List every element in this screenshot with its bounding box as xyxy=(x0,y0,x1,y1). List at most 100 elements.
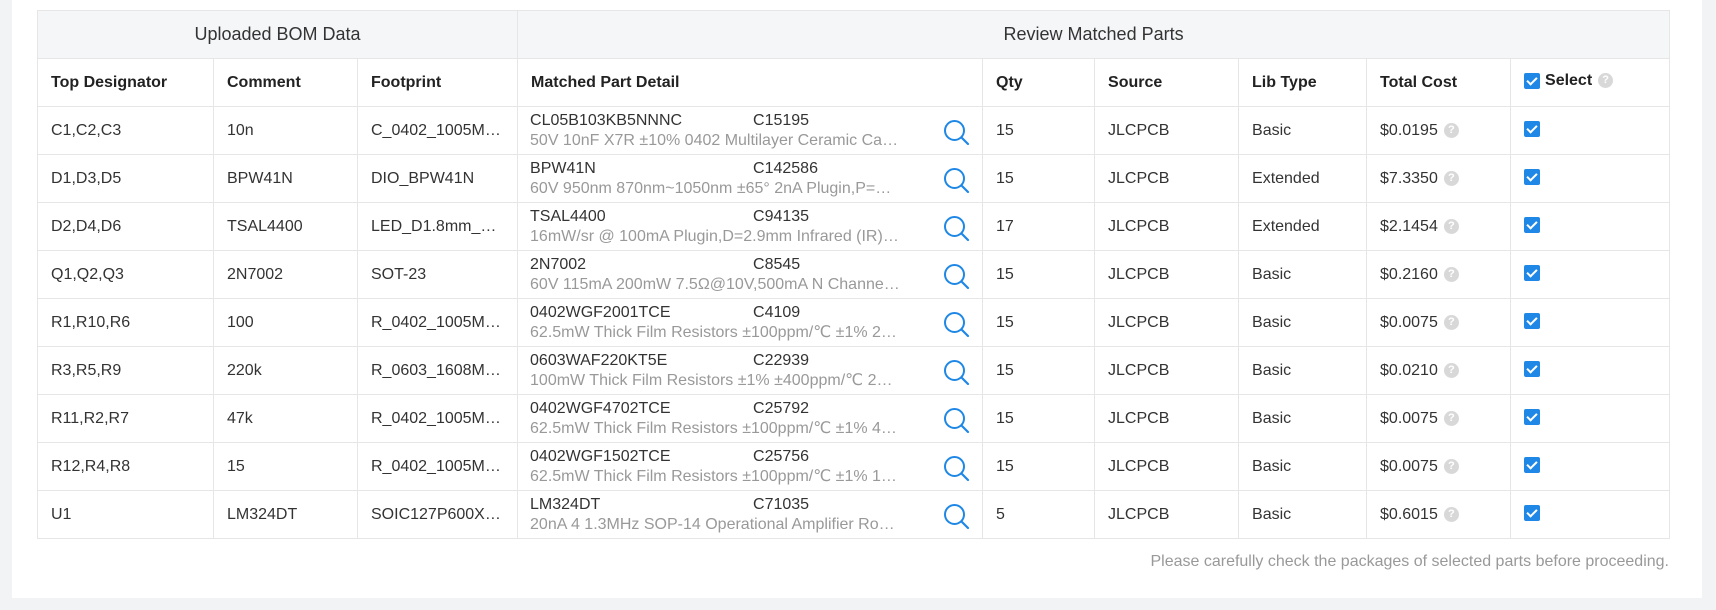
table-row: R11,R2,R7 47k R_0402_1005Metric 0402WGF4702… xyxy=(37,394,1671,443)
cost-value: $0.0075 xyxy=(1380,457,1438,475)
cell-lib-type: Basic xyxy=(1238,442,1368,491)
footer-note: Please carefully check the packages of s… xyxy=(1150,553,1669,570)
cell-matched-part: 0402WGF4702TCE C25792 62.5mW Thick Film Re… xyxy=(517,394,984,443)
cell-designator: C1,C2,C3 xyxy=(37,106,214,155)
help-icon[interactable]: ? xyxy=(1443,266,1459,282)
row-select-checkbox[interactable] xyxy=(1524,121,1541,137)
help-icon[interactable]: ? xyxy=(1443,122,1459,138)
lcsc-number: C71035 xyxy=(753,495,810,513)
cell-select xyxy=(1510,154,1671,203)
col-footprint: Footprint xyxy=(356,58,519,107)
cell-lib-type: Extended xyxy=(1238,154,1368,203)
help-icon[interactable]: ? xyxy=(1443,218,1459,234)
lcsc-number: C25792 xyxy=(753,399,810,417)
part-number: LM324DT xyxy=(530,495,601,513)
cell-select xyxy=(1510,346,1671,395)
cell-select xyxy=(1510,442,1671,491)
table-row: R12,R4,R8 15 R_0402_1005Metric 0402WGF1502T… xyxy=(37,442,1671,491)
search-icon[interactable] xyxy=(942,214,970,242)
cost-value: $0.0210 xyxy=(1380,361,1438,379)
cell-designator: D1,D3,D5 xyxy=(37,154,214,203)
select-all-checkbox[interactable] xyxy=(1524,72,1541,89)
select-label: Select xyxy=(1545,71,1593,89)
cell-designator: R1,R10,R6 xyxy=(37,298,214,347)
search-icon[interactable] xyxy=(942,166,970,194)
row-select-checkbox[interactable] xyxy=(1524,361,1541,377)
cell-total-cost: $7.3350? xyxy=(1366,154,1512,203)
col-matched-part-detail: Matched Part Detail xyxy=(517,58,984,107)
cell-designator: R11,R2,R7 xyxy=(37,394,214,443)
cost-value: $0.6015 xyxy=(1380,505,1438,523)
cell-lib-type: Basic xyxy=(1238,298,1368,347)
search-icon[interactable] xyxy=(942,406,970,434)
cost-value: $0.2160 xyxy=(1380,265,1438,283)
cell-footprint: DIO_BPW41N xyxy=(356,154,519,203)
help-icon[interactable]: ? xyxy=(1443,410,1459,426)
cell-source: JLCPCB xyxy=(1094,154,1240,203)
help-icon[interactable]: ? xyxy=(1443,314,1459,330)
cell-select xyxy=(1510,106,1671,155)
part-number: 0402WGF2001TCE xyxy=(530,303,671,321)
table-row: R3,R5,R9 220k R_0603_1608Metric 0603WAF220K… xyxy=(37,346,1671,395)
lcsc-number: C22939 xyxy=(753,351,810,369)
help-icon[interactable]: ? xyxy=(1443,506,1459,522)
search-icon[interactable] xyxy=(942,310,970,338)
cost-value: $7.3350 xyxy=(1380,169,1438,187)
cell-total-cost: $0.0075? xyxy=(1366,298,1512,347)
search-icon[interactable] xyxy=(942,454,970,482)
lcsc-number: C25756 xyxy=(753,447,810,465)
row-select-checkbox[interactable] xyxy=(1524,409,1541,425)
search-icon[interactable] xyxy=(942,262,970,290)
cell-total-cost: $2.1454? xyxy=(1366,202,1512,251)
table-row: Q1,Q2,Q3 2N7002 SOT-23 2N7002 C8545 60V 115mA… xyxy=(37,250,1671,299)
help-icon[interactable]: ? xyxy=(1443,170,1459,186)
cell-footprint: R_0402_1005Metric xyxy=(356,394,519,443)
cell-source: JLCPCB xyxy=(1094,490,1240,539)
search-icon[interactable] xyxy=(942,358,970,386)
cell-comment: 10n xyxy=(213,106,358,155)
cell-source: JLCPCB xyxy=(1094,250,1240,299)
row-select-checkbox[interactable] xyxy=(1524,505,1541,521)
search-icon[interactable] xyxy=(942,502,970,530)
cell-matched-part: 2N7002 C8545 60V 115mA 200mW 7.5Ω@10V,500m… xyxy=(517,250,984,299)
cell-footprint: R_0402_1005Metric xyxy=(356,298,519,347)
cell-matched-part: BPW41N C142586 60V 950nm 870nm~1050nm ±65°… xyxy=(517,154,984,203)
cell-matched-part: 0402WGF2001TCE C4109 62.5mW Thick Film Res… xyxy=(517,298,984,347)
help-icon[interactable]: ? xyxy=(1443,458,1459,474)
cell-comment: 47k xyxy=(213,394,358,443)
cell-source: JLCPCB xyxy=(1094,346,1240,395)
cell-matched-part: 0402WGF1502TCE C25756 62.5mW Thick Film Re… xyxy=(517,442,984,491)
cell-footprint: R_0402_1005Metric xyxy=(356,442,519,491)
lcsc-number: C8545 xyxy=(753,255,801,273)
bom-table: Uploaded BOM Data Review Matched Parts T… xyxy=(36,10,1671,539)
cell-designator: R3,R5,R9 xyxy=(37,346,214,395)
cell-lib-type: Basic xyxy=(1238,394,1368,443)
col-comment: Comment xyxy=(213,58,358,107)
cell-lib-type: Basic xyxy=(1238,250,1368,299)
cell-lib-type: Basic xyxy=(1238,106,1368,155)
row-select-checkbox[interactable] xyxy=(1524,169,1541,185)
cell-qty: 5 xyxy=(982,490,1096,539)
lcsc-number: C15195 xyxy=(753,111,810,129)
table-row: D1,D3,D5 BPW41N DIO_BPW41N BPW41N C142586 60V… xyxy=(37,154,1671,203)
row-select-checkbox[interactable] xyxy=(1524,217,1541,233)
help-icon[interactable]: ? xyxy=(1443,362,1459,378)
row-select-checkbox[interactable] xyxy=(1524,313,1541,329)
cell-comment: 220k xyxy=(213,346,358,395)
help-icon[interactable]: ? xyxy=(1598,73,1614,88)
lcsc-number: C4109 xyxy=(753,303,801,321)
cell-select xyxy=(1510,298,1671,347)
cell-designator: U1 xyxy=(37,490,214,539)
col-lib-type: Lib Type xyxy=(1238,58,1368,107)
col-qty: Qty xyxy=(982,58,1096,107)
cell-matched-part: TSAL4400 C94135 16mW/sr @ 100mA Plugin,D=2… xyxy=(517,202,984,251)
row-select-checkbox[interactable] xyxy=(1524,457,1541,473)
cell-comment: 15 xyxy=(213,442,358,491)
cell-footprint: SOT-23 xyxy=(356,250,519,299)
cell-source: JLCPCB xyxy=(1094,202,1240,251)
row-select-checkbox[interactable] xyxy=(1524,265,1541,281)
search-icon[interactable] xyxy=(942,118,970,146)
cell-qty: 15 xyxy=(982,106,1096,155)
cell-footprint: R_0603_1608Metric xyxy=(356,346,519,395)
cell-lib-type: Extended xyxy=(1238,202,1368,251)
